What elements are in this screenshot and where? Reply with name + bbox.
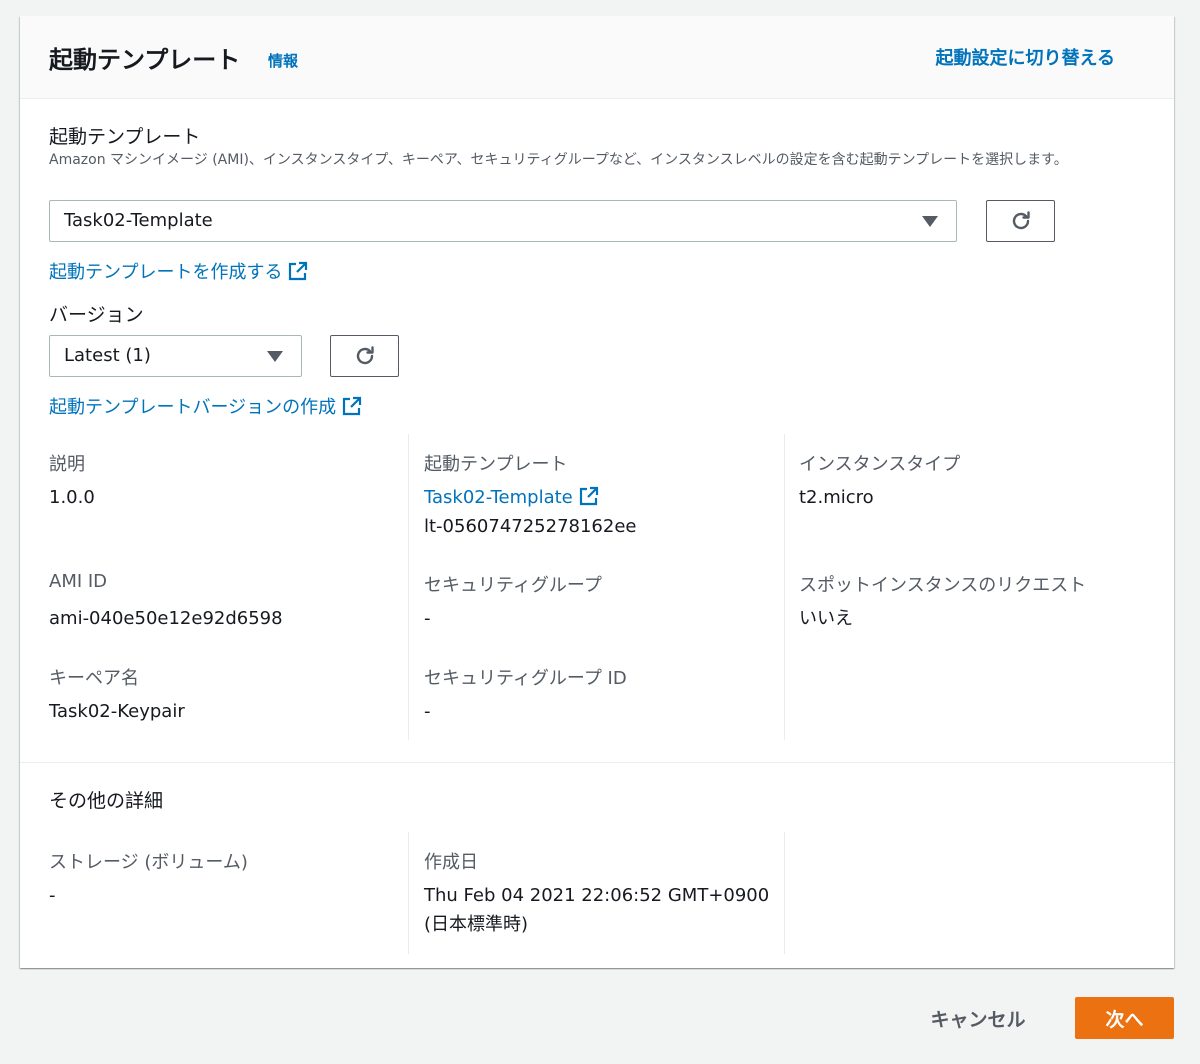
column-divider [408,832,409,954]
version-select[interactable]: Latest (1) [49,335,302,377]
cancel-button[interactable]: キャンセル [912,998,1044,1038]
launch-template-select[interactable]: Task02-Template [49,200,957,242]
refresh-icon [356,346,374,365]
ami-id-value: ami-040e50e12e92d6598 [49,608,283,629]
refresh-versions-button[interactable] [330,335,399,377]
storage-label: ストレージ (ボリューム) [49,852,248,873]
other-details-title: その他の詳細 [49,790,164,812]
template-field-label: 起動テンプレート [49,126,201,148]
ami-id-label: AMI ID [49,571,108,592]
column-divider [784,434,785,740]
template-label: 起動テンプレート [424,454,568,475]
instance-type-label: インスタンスタイプ [799,454,961,475]
description-value: 1.0.0 [49,487,95,508]
column-divider [784,832,785,954]
created-date-timezone: (日本標準時) [424,914,529,935]
template-detail-link[interactable]: Task02-Template [424,484,599,512]
panel-header: 起動テンプレート 情報 起動設定に切り替える [20,16,1174,99]
spot-request-value: いいえ [799,608,853,629]
launch-template-select-value: Task02-Template [64,210,213,231]
info-link[interactable]: 情報 [268,50,298,71]
template-field-description: Amazon マシンイメージ (AMI)、インスタンスタイプ、キーペア、セキュリ… [49,152,1068,168]
security-group-label: セキュリティグループ [424,575,602,596]
create-version-link-text: 起動テンプレートバージョンの作成 [49,397,337,418]
version-field-label: バージョン [49,304,144,326]
caret-down-icon [922,216,938,227]
switch-to-launch-config-link[interactable]: 起動設定に切り替える [936,44,1115,70]
template-detail-link-text: Task02-Template [424,487,573,508]
refresh-icon [1012,211,1030,230]
external-link-icon [343,396,362,416]
storage-value: - [49,885,56,906]
panel-title: 起動テンプレート [49,46,241,74]
refresh-templates-button[interactable] [986,200,1055,242]
template-id-value: lt-056074725278162ee [424,516,637,537]
security-group-id-label: セキュリティグループ ID [424,668,627,689]
security-group-value: - [424,608,431,629]
caret-down-icon [267,351,283,362]
external-link-icon [289,261,308,281]
version-select-value: Latest (1) [64,345,151,366]
create-version-link[interactable]: 起動テンプレートバージョンの作成 [49,393,362,419]
launch-template-panel: 起動テンプレート 情報 起動設定に切り替える 起動テンプレート Amazon マ… [20,16,1174,968]
column-divider [408,434,409,740]
security-group-id-value: - [424,701,431,722]
next-button[interactable]: 次へ [1075,997,1174,1039]
section-divider [20,762,1174,763]
keypair-value: Task02-Keypair [49,701,185,722]
created-date-value: Thu Feb 04 2021 22:06:52 GMT+0900 [424,885,770,906]
created-date-label: 作成日 [424,852,478,873]
create-template-link-text: 起動テンプレートを作成する [49,262,283,283]
description-label: 説明 [49,454,85,475]
instance-type-value: t2.micro [799,487,874,508]
external-link-icon [579,486,598,506]
keypair-label: キーペア名 [49,668,139,689]
spot-request-label: スポットインスタンスのリクエスト [799,575,1087,596]
create-template-link[interactable]: 起動テンプレートを作成する [49,258,308,284]
